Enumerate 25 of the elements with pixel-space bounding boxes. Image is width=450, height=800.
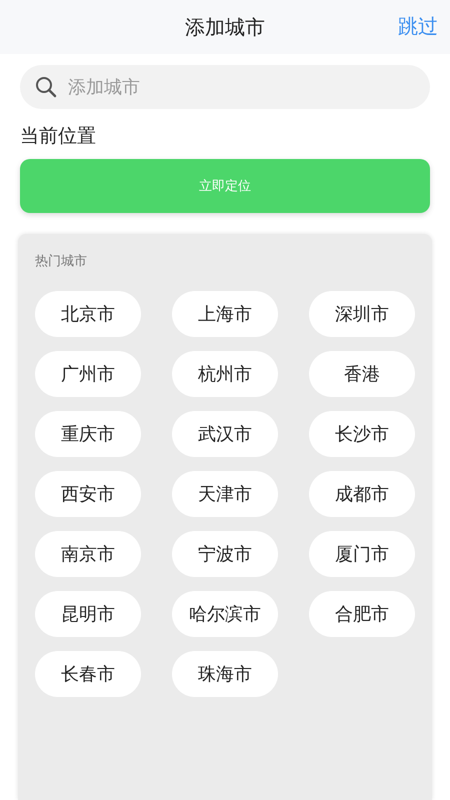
city-chip[interactable]: 昆明市: [35, 591, 141, 637]
city-chip[interactable]: 哈尔滨市: [172, 591, 278, 637]
city-chip[interactable]: 长春市: [35, 651, 141, 697]
city-chip[interactable]: 西安市: [35, 471, 141, 517]
city-chip[interactable]: 杭州市: [172, 351, 278, 397]
city-chip[interactable]: 广州市: [35, 351, 141, 397]
city-chip[interactable]: 宁波市: [172, 531, 278, 577]
search-field[interactable]: 添加城市: [20, 65, 430, 109]
city-chip[interactable]: 珠海市: [172, 651, 278, 697]
city-chip[interactable]: 上海市: [172, 291, 278, 337]
search-icon: [34, 75, 58, 99]
city-chip[interactable]: 香港: [309, 351, 415, 397]
city-chip[interactable]: 南京市: [35, 531, 141, 577]
page-title: 添加城市: [185, 14, 265, 40]
city-chip[interactable]: 天津市: [172, 471, 278, 517]
city-chip[interactable]: 武汉市: [172, 411, 278, 457]
section-label: 当前位置: [20, 124, 96, 149]
city-chip[interactable]: 长沙市: [309, 411, 415, 457]
panel-title: 热门城市: [35, 253, 87, 270]
city-chip[interactable]: 合肥市: [309, 591, 415, 637]
city-chip[interactable]: 北京市: [35, 291, 141, 337]
city-chip[interactable]: 成都市: [309, 471, 415, 517]
city-chip[interactable]: 深圳市: [309, 291, 415, 337]
city-chip[interactable]: 重庆市: [35, 411, 141, 457]
city-chip[interactable]: 厦门市: [309, 531, 415, 577]
